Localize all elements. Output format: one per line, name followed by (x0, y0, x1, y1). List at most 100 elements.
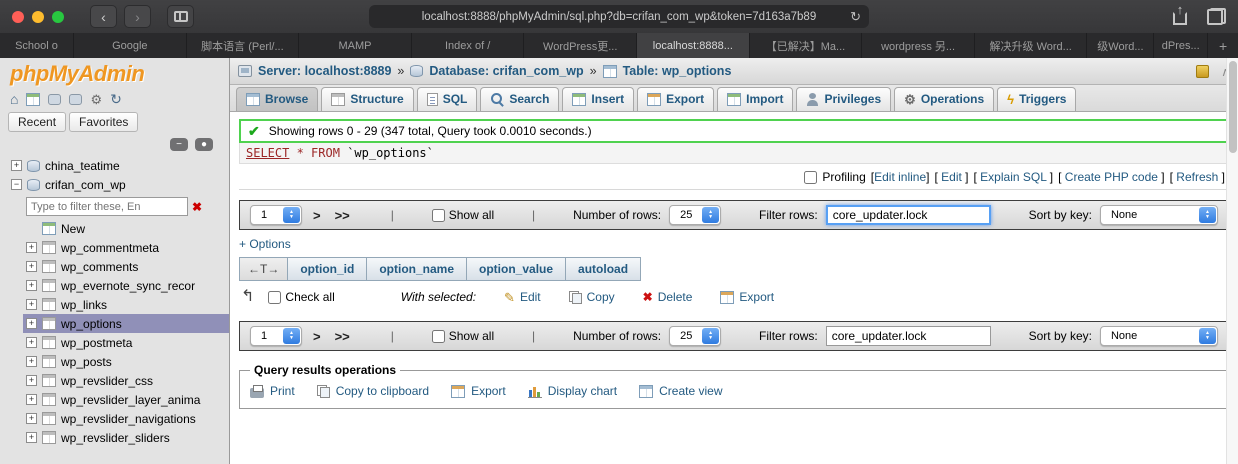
sql-keyword-select[interactable]: SELECT (246, 146, 289, 160)
empty-icon[interactable] (26, 92, 41, 106)
tab-import[interactable]: Import (717, 87, 794, 111)
expand-icon[interactable]: + (26, 394, 37, 405)
unhide-icon[interactable]: ● (194, 138, 213, 151)
sidebar-table-wp_evernote_sync_record[interactable]: + wp_evernote_sync_recor (23, 276, 229, 295)
expand-icon[interactable]: + (26, 318, 37, 329)
delete-selected-link[interactable]: ✖ Delete (643, 290, 693, 304)
browser-tab[interactable]: wordpress 另... (862, 33, 975, 58)
sidebar-table-new[interactable]: New (23, 219, 229, 238)
back-button[interactable]: ‹ (90, 5, 117, 28)
expand-icon[interactable]: + (26, 261, 37, 272)
show-all-toggle[interactable]: Show all (431, 208, 494, 222)
minimize-window-button[interactable] (32, 10, 44, 23)
console-icon[interactable] (1196, 65, 1210, 78)
page-scrollbar[interactable] (1226, 58, 1238, 464)
tab-insert[interactable]: Insert (562, 87, 635, 111)
sidebar-table-wp_revslider_sliders[interactable]: + wp_revslider_sliders (23, 428, 229, 447)
collapse-icon[interactable]: − (11, 179, 22, 190)
rows-select[interactable]: 25 ▲ ▼ (669, 205, 722, 225)
table-filter-input[interactable] (26, 197, 188, 216)
browser-tab[interactable]: WordPress更... (524, 33, 638, 58)
show-all-toggle-bottom[interactable]: Show all (431, 329, 494, 343)
share-icon[interactable]: ↑ (1171, 2, 1189, 26)
sidebar-toggle-button[interactable] (167, 5, 194, 28)
breadcrumb-database[interactable]: Database: crifan_com_wp (429, 64, 583, 78)
sidebar-table-wp_posts[interactable]: + wp_posts (23, 352, 229, 371)
last-page-button[interactable]: >> (332, 208, 353, 223)
tab-overview-icon[interactable] (1207, 8, 1226, 25)
show-all-checkbox-bottom[interactable] (431, 329, 445, 343)
sidebar-table-wp_revslider_css[interactable]: + wp_revslider_css (23, 371, 229, 390)
browser-tab[interactable]: Index of / (412, 33, 525, 58)
edit-inline-link[interactable]: Edit inline (874, 170, 926, 184)
scrollbar-thumb[interactable] (1229, 61, 1237, 153)
sidebar-table-wp_commentmeta[interactable]: + wp_commentmeta (23, 238, 229, 257)
filter-rows-input[interactable] (825, 205, 991, 225)
sidebar-table-wp_revslider_navigations[interactable]: + wp_revslider_navigations (23, 409, 229, 428)
expand-icon[interactable]: + (26, 375, 37, 386)
copy-to-clipboard-link[interactable]: Copy to clipboard (316, 384, 429, 398)
browser-tab[interactable]: dPres... (1154, 33, 1209, 58)
check-all-toggle[interactable]: Check all (268, 290, 335, 304)
tab-privileges[interactable]: Privileges (796, 87, 892, 111)
favorites-tab[interactable]: Favorites (69, 112, 139, 132)
column-header-option_name[interactable]: option_name (366, 257, 468, 281)
check-all-checkbox[interactable] (268, 290, 282, 304)
breadcrumb-server[interactable]: Server: localhost:8889 (258, 64, 391, 78)
column-header-autoload[interactable]: autoload (565, 257, 642, 281)
column-header-option_value[interactable]: option_value (466, 257, 567, 281)
reload-navigation-icon[interactable]: ↻ (110, 92, 122, 106)
browser-tab[interactable]: MAMP (299, 33, 412, 58)
rows-select-bottom[interactable]: 25 ▲ ▼ (669, 326, 722, 346)
reload-icon[interactable]: ↻ (850, 9, 861, 25)
expand-icon[interactable]: + (26, 356, 37, 367)
sidebar-db-china_teatime[interactable]: + china_teatime (8, 156, 229, 175)
tab-structure[interactable]: Structure (321, 87, 414, 111)
new-tab-button[interactable]: + (1208, 33, 1238, 58)
options-toggle[interactable]: + Options (239, 237, 291, 251)
page-select-bottom[interactable]: 1 ▲ ▼ (250, 326, 302, 346)
expand-icon[interactable]: + (26, 280, 37, 291)
browser-tab[interactable]: 【已解决】Ma... (750, 33, 863, 58)
tab-sql[interactable]: SQL (416, 87, 478, 111)
last-page-button-bottom[interactable]: >> (332, 329, 353, 344)
tab-browse[interactable]: Browse (236, 87, 319, 111)
copy-selected-link[interactable]: Copy (568, 290, 615, 304)
export-selected-link[interactable]: Export (720, 290, 774, 304)
browser-tab[interactable]: 级Word... (1087, 33, 1155, 58)
sort-arrows-cell[interactable]: ←T→ (239, 257, 289, 281)
tab-triggers[interactable]: ϟ Triggers (997, 87, 1077, 111)
refresh-link[interactable]: Refresh (1176, 170, 1218, 184)
docs-icon[interactable] (69, 94, 83, 105)
edit-query-link[interactable]: Edit (941, 170, 962, 184)
explain-sql-link[interactable]: Explain SQL (980, 170, 1046, 184)
recent-tab[interactable]: Recent (8, 112, 67, 132)
sort-key-select-bottom[interactable]: None ▲ ▼ (1099, 326, 1218, 346)
filter-rows-input-bottom[interactable] (825, 326, 991, 346)
show-all-checkbox[interactable] (431, 208, 445, 222)
sidebar-table-wp_options[interactable]: + wp_options (23, 314, 229, 333)
sort-key-select[interactable]: None ▲ ▼ (1099, 205, 1218, 225)
home-icon[interactable]: ⌂ (10, 92, 18, 106)
print-link[interactable]: Print (250, 384, 295, 398)
zoom-window-button[interactable] (52, 10, 64, 23)
browser-tab[interactable]: Google (74, 33, 187, 58)
query-window-icon[interactable] (48, 94, 62, 105)
expand-icon[interactable]: + (26, 413, 37, 424)
create-view-link[interactable]: Create view (639, 384, 722, 398)
expand-icon[interactable]: + (26, 242, 37, 253)
export-results-link[interactable]: Export (451, 384, 506, 398)
browser-tab[interactable]: 脚本语言 (Perl/... (187, 33, 300, 58)
expand-icon[interactable]: + (26, 432, 37, 443)
browser-tab[interactable]: School o (0, 33, 74, 58)
browser-tab-active[interactable]: localhost:8888... (637, 33, 750, 58)
display-chart-link[interactable]: Display chart (527, 384, 617, 398)
settings-icon[interactable]: ⚙ (90, 93, 102, 106)
breadcrumb-table[interactable]: Table: wp_options (623, 64, 732, 78)
collapse-all-icon[interactable]: − (170, 138, 188, 151)
close-window-button[interactable] (12, 10, 24, 23)
browser-tab[interactable]: 解决升级 Word... (975, 33, 1088, 58)
address-bar[interactable]: localhost:8888/phpMyAdmin/sql.php?db=cri… (369, 5, 869, 28)
sidebar-table-wp_postmeta[interactable]: + wp_postmeta (23, 333, 229, 352)
tab-search[interactable]: Search (480, 87, 560, 111)
